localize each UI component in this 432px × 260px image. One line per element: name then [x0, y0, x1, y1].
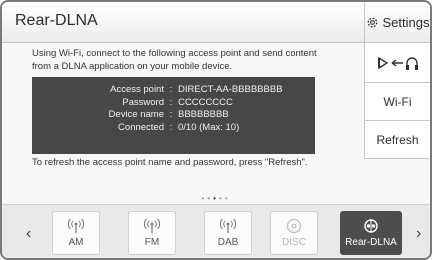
- info-label: Access point: [110, 84, 164, 95]
- source-label: DISC: [282, 237, 306, 248]
- gear-icon: [367, 17, 377, 27]
- source-tile-dab[interactable]: DAB: [204, 211, 252, 255]
- source-label: FM: [144, 237, 160, 248]
- settings-button[interactable]: Settings: [364, 2, 430, 42]
- info-row-access-point: Access point: DIRECT-AA-BBBBBBBB: [32, 84, 315, 97]
- info-value: CCCCCCCC: [178, 96, 233, 108]
- page-title: Rear-DLNA: [15, 12, 98, 29]
- source-tile-disc[interactable]: DISC: [270, 211, 318, 255]
- info-row-password: Password: CCCCCCCC: [32, 97, 315, 110]
- info-label: Connected: [118, 121, 164, 133]
- settings-label: Settings: [382, 14, 430, 30]
- wifi-button-label: Wi-Fi: [383, 94, 412, 109]
- content-area: Using Wi-Fi, connect to the following ac…: [2, 43, 364, 192]
- antenna-icon: [217, 218, 239, 234]
- switch-audio-button[interactable]: [364, 43, 430, 83]
- source-label: Rear-DLNA: [345, 237, 397, 248]
- source-bar: ‹ AM FM DAB DISC Rear-DLNA ›: [2, 204, 430, 258]
- info-row-connected: Connected:0/10 (Max: 10): [32, 122, 315, 135]
- disc-icon: [285, 218, 303, 234]
- source-tile-am[interactable]: AM: [52, 211, 100, 255]
- page-indicator: •••••: [201, 194, 231, 203]
- source-tile-rear-dlna[interactable]: Rear-DLNA: [340, 211, 402, 255]
- intro-text: Using Wi-Fi, connect to the following ac…: [32, 48, 317, 72]
- refresh-hint-text: To refresh the access point name and pas…: [32, 157, 308, 168]
- header-bar: Rear-DLNA Settings: [2, 2, 430, 43]
- antenna-icon: [141, 218, 163, 234]
- refresh-button-label: Refresh: [376, 132, 419, 147]
- info-label: Device name: [108, 109, 164, 120]
- send-to-headphones-icon: [377, 56, 418, 70]
- info-value: BBBBBBBB: [178, 109, 229, 120]
- info-value: DIRECT-AA-BBBBBBBB: [178, 84, 283, 95]
- info-label: Password: [122, 96, 164, 108]
- access-point-info-box: Access point: DIRECT-AA-BBBBBBBB Password…: [32, 77, 315, 154]
- antenna-icon: [65, 218, 87, 234]
- wifi-button[interactable]: Wi-Fi: [364, 83, 430, 121]
- info-row-device-name: Device name: BBBBBBBB: [32, 109, 315, 122]
- info-value: 0/10 (Max: 10): [178, 121, 240, 133]
- previous-source-arrow[interactable]: ‹: [26, 225, 31, 243]
- dlna-icon: [362, 218, 380, 234]
- source-label: AM: [68, 237, 84, 248]
- refresh-button[interactable]: Refresh: [364, 121, 430, 159]
- rear-dlna-screen: Rear-DLNA Settings Using Wi-Fi, connect …: [0, 0, 432, 260]
- source-label: DAB: [217, 237, 239, 248]
- source-tile-fm[interactable]: FM: [128, 211, 176, 255]
- next-source-arrow[interactable]: ›: [416, 225, 421, 243]
